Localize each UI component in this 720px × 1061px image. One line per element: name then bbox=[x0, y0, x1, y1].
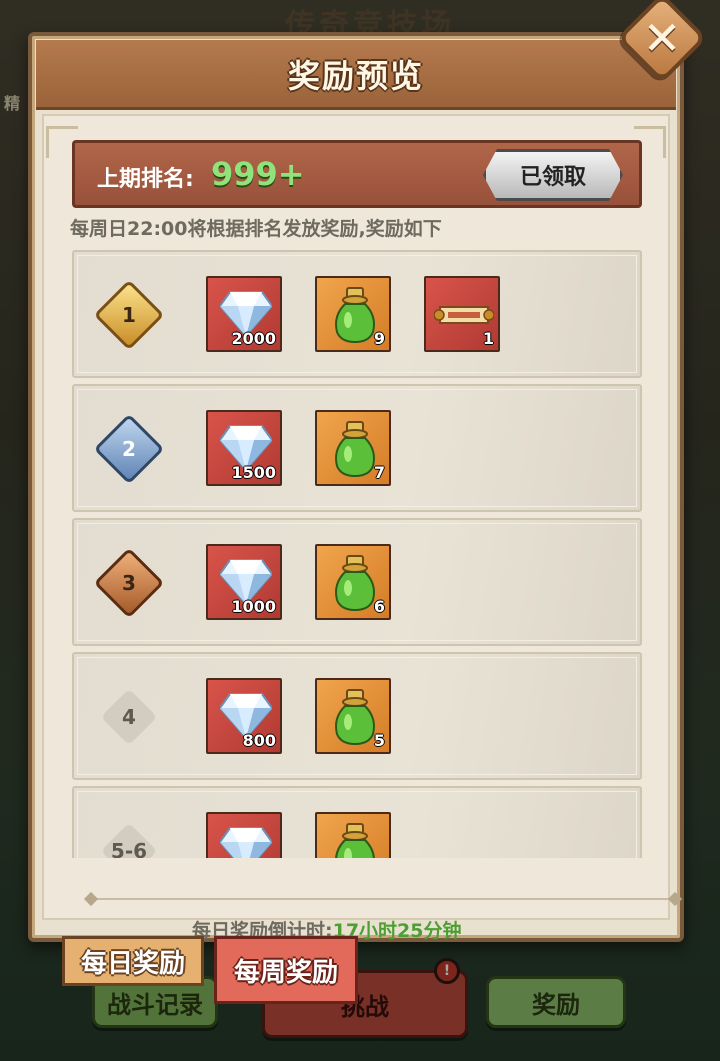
close-icon[interactable]: ✕ bbox=[630, 6, 694, 70]
reward-item[interactable]: 6 bbox=[315, 544, 391, 620]
reward-preview-dialog: 奖励预览 上期排名: 999+ 已领取 每周日22:00将根据排名发放奖励,奖励… bbox=[28, 32, 684, 942]
claimed-button[interactable]: 已领取 bbox=[483, 149, 623, 201]
item-count: 1500 bbox=[231, 463, 276, 482]
potion-icon bbox=[331, 286, 379, 344]
dialog-title: 奖励预览 bbox=[287, 56, 424, 95]
item-count: 7 bbox=[373, 463, 385, 482]
item-count: 5 bbox=[373, 731, 385, 750]
item-count: 6 bbox=[373, 597, 385, 616]
dialog-header: 奖励预览 bbox=[36, 40, 676, 110]
reward-item[interactable]: 9 bbox=[315, 276, 391, 352]
item-count: 800 bbox=[242, 731, 276, 750]
reward-item[interactable]: 7 bbox=[315, 410, 391, 486]
diamond-icon bbox=[218, 826, 274, 858]
reward-row: 2 1500 7 bbox=[72, 384, 642, 512]
reward-item[interactable] bbox=[206, 812, 282, 858]
divider bbox=[90, 898, 678, 900]
reward-item[interactable]: 5 bbox=[315, 678, 391, 754]
rank-number: 2 bbox=[122, 437, 136, 461]
item-count: 9 bbox=[373, 329, 385, 348]
reward-item[interactable]: 1500 bbox=[206, 410, 282, 486]
rank-number: 4 bbox=[122, 705, 136, 729]
potion-icon bbox=[331, 554, 379, 612]
rank-number: 5-6 bbox=[110, 839, 148, 858]
divider-ornament bbox=[667, 891, 683, 907]
rank-number: 1 bbox=[122, 303, 136, 327]
last-rank-label: 上期排名: bbox=[97, 167, 194, 192]
tab-weekly-reward[interactable]: 每周奖励 bbox=[214, 936, 358, 1004]
reward-row: 5-6 bbox=[72, 786, 642, 858]
reward-row: 4 800 5 bbox=[72, 652, 642, 780]
reward-notice: 每周日22:00将根据排名发放奖励,奖励如下 bbox=[70, 218, 442, 240]
item-count: 1 bbox=[482, 329, 494, 348]
reward-row: 1 2000 9 1 bbox=[72, 250, 642, 378]
reward-item[interactable]: 2000 bbox=[206, 276, 282, 352]
scroll-icon bbox=[433, 304, 495, 326]
reward-item[interactable]: 1000 bbox=[206, 544, 282, 620]
potion-icon bbox=[331, 822, 379, 858]
tab-daily-reward[interactable]: 每日奖励 bbox=[62, 936, 204, 986]
item-count: 2000 bbox=[231, 329, 276, 348]
reward-item[interactable]: 1 bbox=[424, 276, 500, 352]
potion-icon bbox=[331, 420, 379, 478]
reward-item[interactable]: 800 bbox=[206, 678, 282, 754]
last-rank-value: 999+ bbox=[211, 155, 305, 193]
last-rank-bar: 上期排名: 999+ 已领取 bbox=[72, 140, 642, 208]
reward-item[interactable] bbox=[315, 812, 391, 858]
reward-row: 3 1000 6 bbox=[72, 518, 642, 646]
rank-number: 3 bbox=[122, 571, 136, 595]
reward-list[interactable]: 1 2000 9 1 2 1500 7 3 1000 6 4 800 5 5-6 bbox=[72, 250, 642, 858]
potion-icon bbox=[331, 688, 379, 746]
item-count: 1000 bbox=[231, 597, 276, 616]
